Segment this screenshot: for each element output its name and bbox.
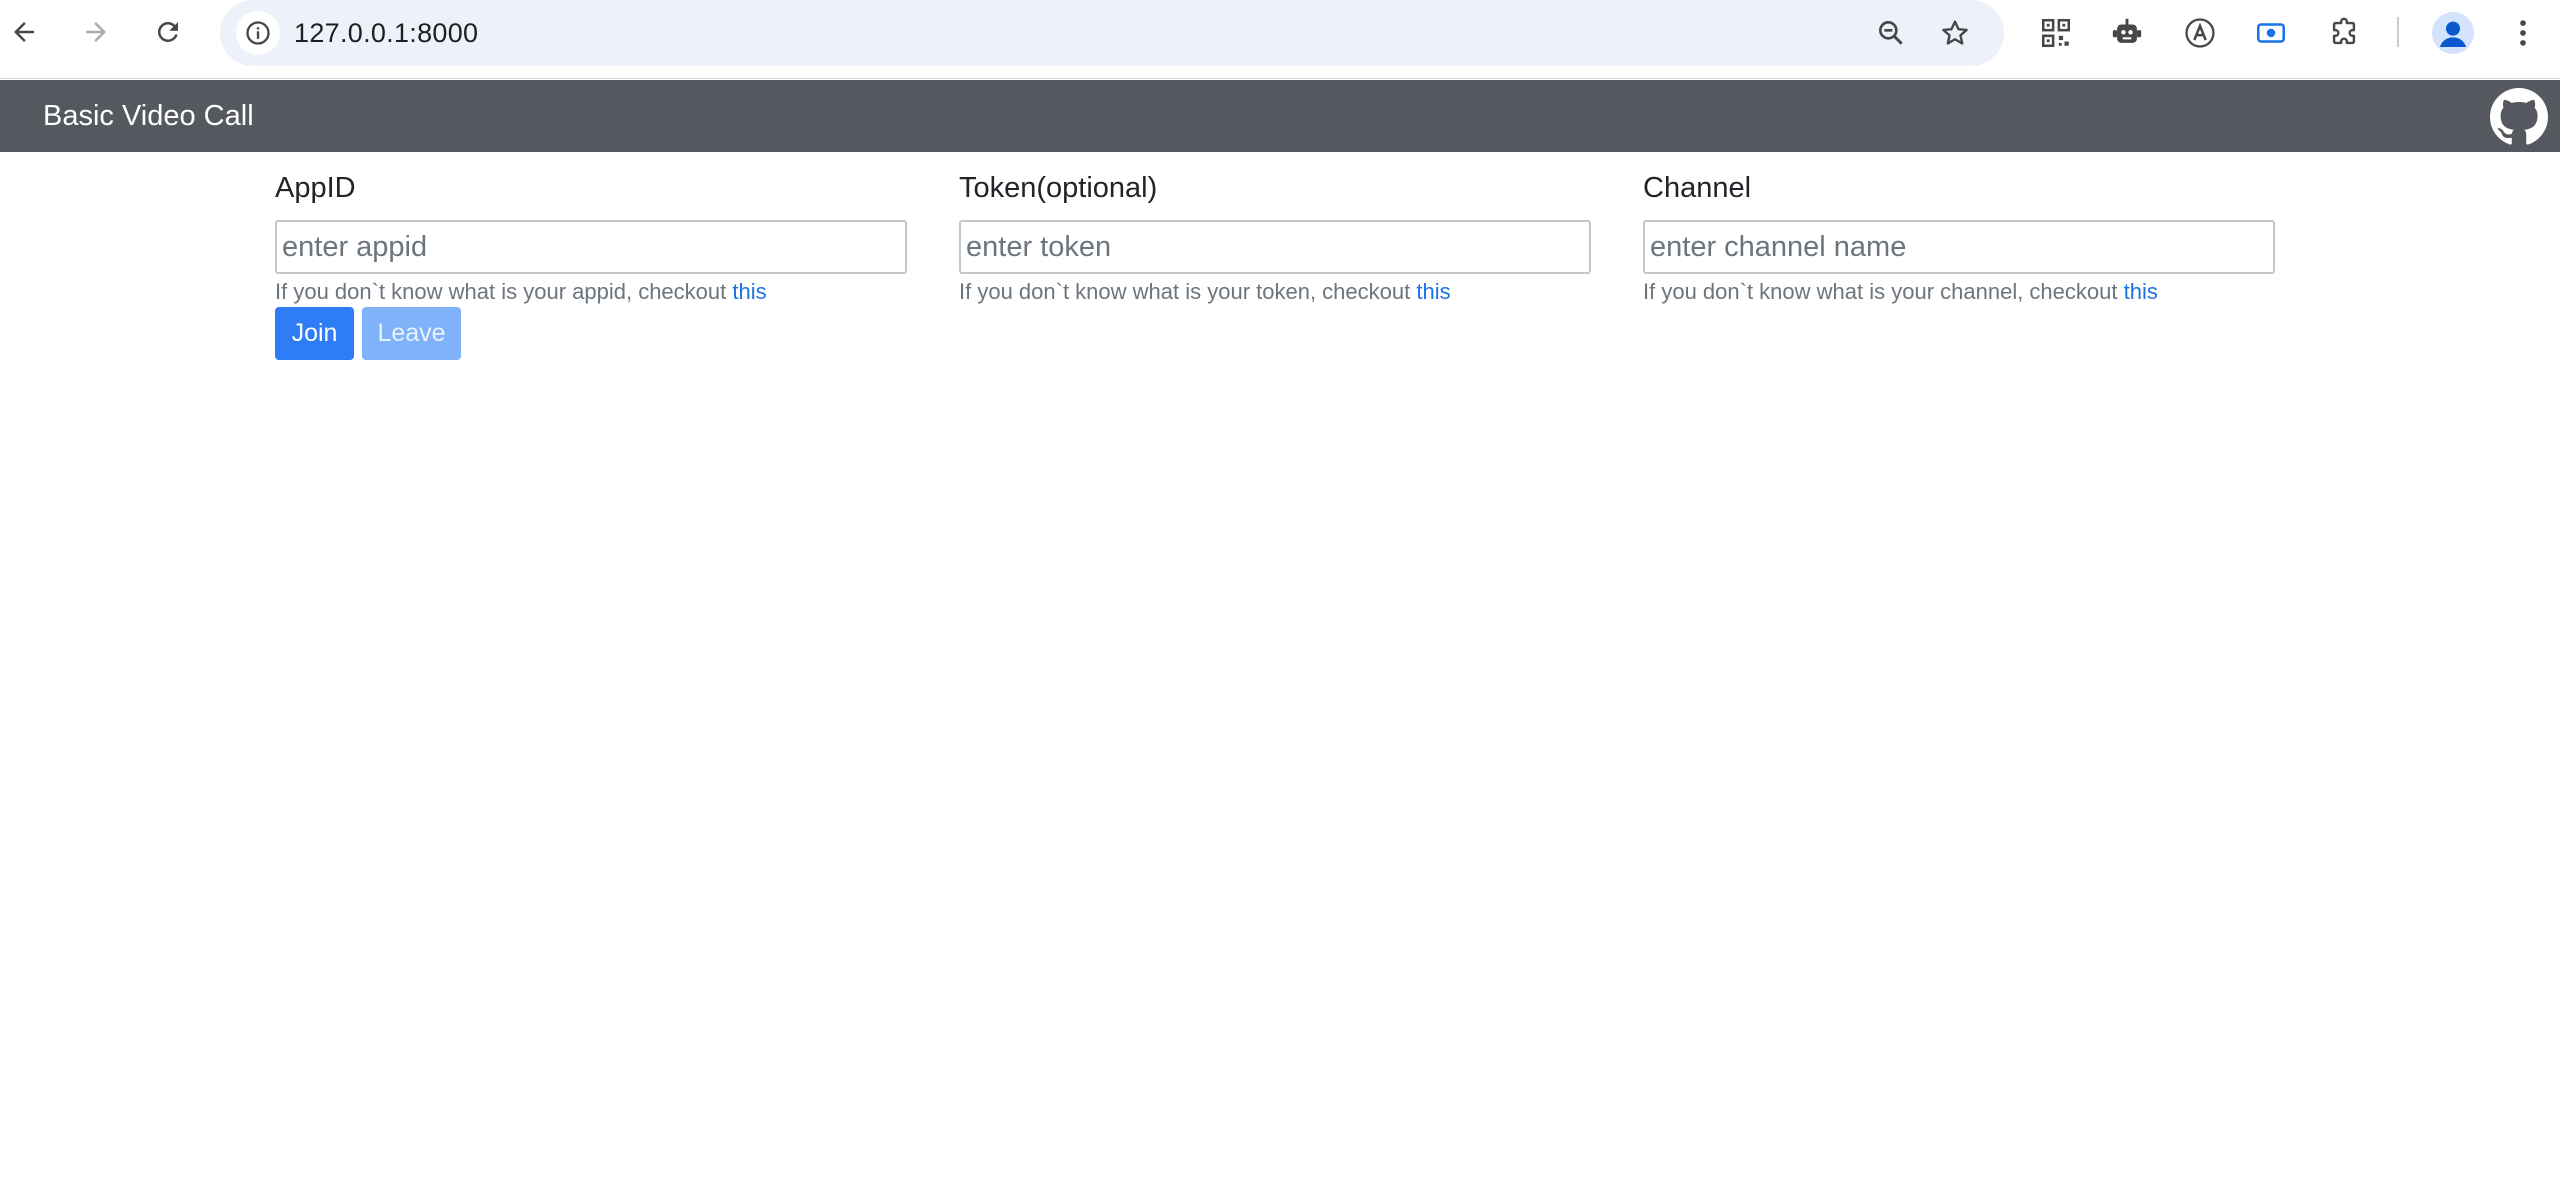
token-help-text: If you don`t know what is your token, ch… <box>959 279 1417 304</box>
site-info-button[interactable] <box>236 11 280 55</box>
navbar-brand[interactable]: Basic Video Call <box>43 98 254 134</box>
qr-code-icon <box>2041 18 2071 48</box>
reload-button[interactable] <box>148 12 188 52</box>
channel-help: If you don`t know what is your channel, … <box>1643 278 2275 306</box>
browser-menu-button[interactable] <box>2502 12 2544 54</box>
appid-help-text: If you don`t know what is your appid, ch… <box>275 279 733 304</box>
back-button[interactable] <box>4 12 44 52</box>
toolbar-divider <box>2397 17 2399 47</box>
token-label: Token(optional) <box>959 172 1158 204</box>
reload-icon <box>157 21 178 42</box>
appid-help: If you don`t know what is your appid, ch… <box>275 278 907 306</box>
puzzle-icon <box>2332 17 2356 45</box>
star-icon <box>1942 20 1968 45</box>
token-help-link[interactable]: this <box>1416 279 1450 304</box>
translate-icon <box>2185 18 2215 48</box>
appid-field-group: AppID If you don`t know what is your app… <box>275 170 907 306</box>
appid-input[interactable] <box>275 220 907 274</box>
address-bar[interactable]: 127.0.0.1:8000 <box>220 0 2004 66</box>
robot-extension[interactable] <box>2106 12 2148 54</box>
join-button[interactable]: Join <box>275 307 354 360</box>
zoom-button[interactable] <box>1872 14 1910 52</box>
app-navbar: Basic Video Call <box>0 80 2560 152</box>
translate-extension[interactable] <box>2179 12 2221 54</box>
browser-toolbar: 127.0.0.1:8000 <box>0 0 2560 79</box>
forward-arrow-icon <box>86 22 106 42</box>
profile-icon <box>2439 21 2467 47</box>
channel-field-group: Channel If you don`t know what is your c… <box>1643 170 2275 306</box>
channel-label: Channel <box>1643 172 1752 204</box>
robot-icon <box>2112 18 2142 43</box>
screen-record-extension[interactable] <box>2250 12 2292 54</box>
token-input[interactable] <box>959 220 1591 274</box>
github-link[interactable] <box>2490 88 2548 146</box>
url-text[interactable]: 127.0.0.1:8000 <box>294 17 478 49</box>
github-icon <box>2490 88 2548 145</box>
token-field-group: Token(optional) If you don`t know what i… <box>959 170 1591 306</box>
profile-button[interactable] <box>2432 12 2474 54</box>
back-arrow-icon <box>14 22 34 42</box>
token-help: If you don`t know what is your token, ch… <box>959 278 1591 306</box>
forward-button[interactable] <box>76 12 116 52</box>
bookmark-button[interactable] <box>1936 14 1974 52</box>
extensions-button[interactable] <box>2323 12 2365 54</box>
appid-help-link[interactable]: this <box>732 279 766 304</box>
appid-label: AppID <box>275 172 356 204</box>
channel-input[interactable] <box>1643 220 2275 274</box>
kebab-menu-icon <box>2520 20 2526 46</box>
screen-record-icon <box>2256 23 2286 43</box>
zoom-out-icon <box>1879 21 1903 45</box>
info-icon <box>246 21 270 45</box>
channel-help-link[interactable]: this <box>2124 279 2158 304</box>
leave-button[interactable]: Leave <box>362 307 461 360</box>
qr-code-extension[interactable] <box>2035 12 2077 54</box>
channel-help-text: If you don`t know what is your channel, … <box>1643 279 2124 304</box>
